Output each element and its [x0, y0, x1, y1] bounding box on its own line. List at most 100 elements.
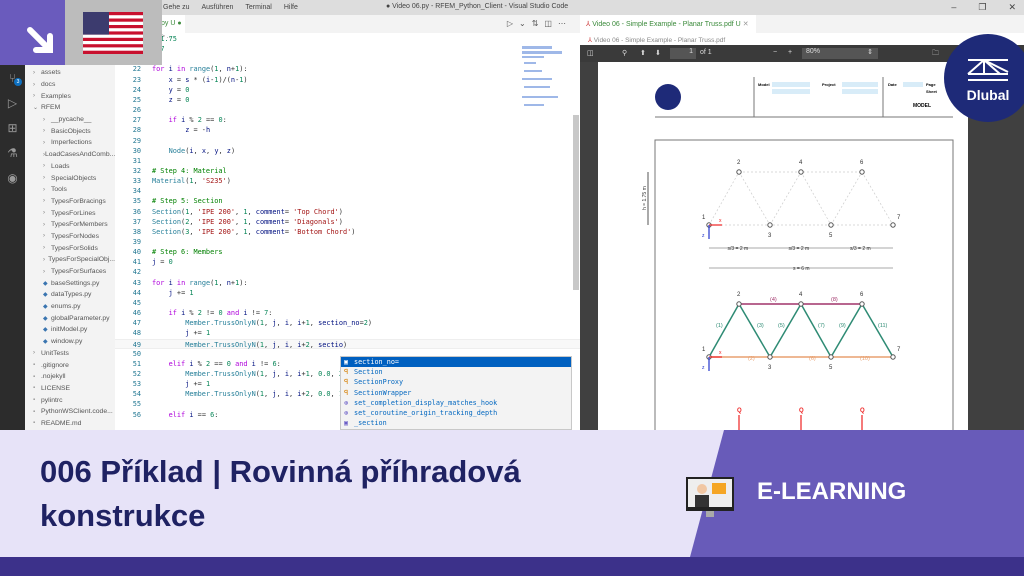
- explorer-item[interactable]: › docs: [25, 79, 115, 91]
- language-switch[interactable]: [0, 0, 65, 65]
- code-line[interactable]: 32 # Step 4: Material: [115, 166, 580, 176]
- code-line[interactable]: 39: [115, 237, 580, 247]
- code-line[interactable]: 23 x = s * (i-1)/(n-1): [115, 75, 580, 85]
- code-line[interactable]: 33 Material(1, 'S235'): [115, 176, 580, 186]
- explorer-item[interactable]: ◆ globalParameter.py: [25, 312, 115, 324]
- close-button[interactable]: ✕: [1008, 2, 1016, 13]
- explorer-item[interactable]: › TypesForLines: [25, 207, 115, 219]
- explorer-item[interactable]: › TypesForNodes: [25, 231, 115, 243]
- extensions-icon[interactable]: ⊞: [0, 115, 25, 140]
- language-flag[interactable]: [65, 0, 162, 65]
- explorer-item[interactable]: › __pycache__: [25, 114, 115, 126]
- zoom-out-button[interactable]: −: [773, 49, 777, 56]
- code-line[interactable]: 43 for i in range(1, n+1):: [115, 278, 580, 288]
- code-line[interactable]: 27 if i % 2 == 0:: [115, 115, 580, 125]
- explorer-item[interactable]: › Tools: [25, 184, 115, 196]
- code-line[interactable]: 24 y = 0: [115, 85, 580, 95]
- code-line[interactable]: 30 Node(i, x, y, z): [115, 146, 580, 156]
- explorer-item[interactable]: ◆ dataTypes.py: [25, 289, 115, 301]
- page-number-input[interactable]: 1: [670, 48, 696, 59]
- sidebar-toggle-icon[interactable]: ◫: [587, 49, 594, 57]
- zoom-in-button[interactable]: +: [788, 49, 792, 56]
- code-line[interactable]: 44 j += 1: [115, 288, 580, 298]
- explorer-item[interactable]: › BasicObjects: [25, 125, 115, 137]
- explorer-item[interactable]: › Examples: [25, 90, 115, 102]
- menu-item[interactable]: Terminal: [245, 4, 271, 11]
- menu-item[interactable]: Gehe zu: [163, 4, 189, 11]
- explorer-item[interactable]: ▪ .nojekyll: [25, 371, 115, 383]
- editor-actions[interactable]: ▷⌄⇅◫⋯: [507, 19, 572, 28]
- code-line[interactable]: 46 if i % 2 != 0 and i != 7:: [115, 308, 580, 318]
- code-line[interactable]: 26: [115, 105, 580, 115]
- menu-item[interactable]: Ausführen: [201, 4, 233, 11]
- explorer-item-label: RFEM: [41, 104, 61, 112]
- code-line[interactable]: = 1.75: [115, 34, 580, 44]
- explorer-item[interactable]: ◆ initModel.py: [25, 324, 115, 336]
- source-control-icon[interactable]: ⑂ 3: [0, 65, 25, 90]
- explorer-item[interactable]: › TypesForSpecialObj...: [25, 254, 115, 266]
- code-line[interactable]: 36 Section(1, 'IPE 200', 1, comment= 'Top…: [115, 207, 580, 217]
- code-line[interactable]: 35 # Step 5: Section: [115, 196, 580, 206]
- explorer-item[interactable]: ◆ window.py: [25, 336, 115, 348]
- autocomplete-item[interactable]: ⊛ set_coroutine_origin_tracking_depth: [341, 408, 571, 418]
- explorer-item[interactable]: › Imperfections: [25, 137, 115, 149]
- explorer-item[interactable]: ▪ README.md: [25, 418, 115, 430]
- truss-diagonal: [830, 171, 863, 226]
- explorer-item[interactable]: ▪ .gitignore: [25, 359, 115, 371]
- autocomplete-item[interactable]: ꟼ SectionProxy: [341, 377, 571, 387]
- code-line[interactable]: 49 Member.TrussOnlyN(1, j, i, i+2, secti…: [115, 338, 580, 349]
- autocomplete-item[interactable]: ▣ _section: [341, 418, 571, 428]
- explorer-item[interactable]: › TypesForSolids: [25, 242, 115, 254]
- code-line[interactable]: 42: [115, 267, 580, 277]
- zoom-select[interactable]: 80% ⇕: [802, 48, 878, 59]
- close-tab-icon[interactable]: ✕: [743, 21, 749, 28]
- menu-item[interactable]: Hilfe: [284, 4, 298, 11]
- code-line[interactable]: 48 j += 1: [115, 328, 580, 338]
- code-line[interactable]: 22 for i in range(1, n+1):: [115, 64, 580, 74]
- explorer-item[interactable]: › Loads: [25, 161, 115, 173]
- code-line[interactable]: 25 z = 0: [115, 95, 580, 105]
- code-line[interactable]: 40 # Step 6: Members: [115, 247, 580, 257]
- explorer-item[interactable]: › TypesForMembers: [25, 219, 115, 231]
- explorer-item[interactable]: › TypesForBracings: [25, 196, 115, 208]
- explorer-item[interactable]: › UnitTests: [25, 348, 115, 360]
- run-debug-icon[interactable]: ▷: [0, 90, 25, 115]
- explorer-item[interactable]: › LoadCasesAndComb...: [25, 149, 115, 161]
- code-line[interactable]: 41 j = 0: [115, 257, 580, 267]
- code-line[interactable]: 28 z = -h: [115, 125, 580, 135]
- autocomplete-item[interactable]: ⊛ set_completion_display_matches_hook: [341, 398, 571, 408]
- code-line[interactable]: 34: [115, 186, 580, 196]
- code-line[interactable]: 31: [115, 156, 580, 166]
- code-line[interactable]: 38 Section(3, 'IPE 200', 1, comment= 'Bot…: [115, 227, 580, 237]
- tab-pdf[interactable]: ⅄ Video 06 - Simple Example - Planar Tru…: [580, 15, 756, 33]
- explorer-item[interactable]: › TypesForSurfaces: [25, 266, 115, 278]
- autocomplete-item[interactable]: ꟼ Section: [341, 367, 571, 377]
- explorer-item[interactable]: › assets: [25, 67, 115, 79]
- code-line[interactable]: 21: [115, 54, 580, 64]
- next-page-icon[interactable]: ⬇: [655, 49, 661, 57]
- testing-icon[interactable]: ⚗: [0, 140, 25, 165]
- previous-page-icon[interactable]: ⬆: [640, 49, 646, 57]
- explorer-item[interactable]: ◆ enums.py: [25, 301, 115, 313]
- code-line[interactable]: 45: [115, 298, 580, 308]
- search-icon[interactable]: ⚲: [622, 49, 627, 57]
- github-icon[interactable]: ◉: [0, 165, 25, 190]
- explorer-item[interactable]: ▪ pylintrc: [25, 394, 115, 406]
- code-line[interactable]: 37 Section(2, 'IPE 200', 1, comment= 'Dia…: [115, 217, 580, 227]
- minimize-button[interactable]: –: [951, 2, 956, 13]
- code-line[interactable]: 47 Member.TrussOnlyN(1, j, i, i+1, secti…: [115, 318, 580, 328]
- explorer-item[interactable]: ⌄ RFEM: [25, 102, 115, 114]
- explorer-item[interactable]: › SpecialObjects: [25, 172, 115, 184]
- code-line[interactable]: = 7: [115, 44, 580, 54]
- autocomplete-item[interactable]: ꟼ SectionWrapper: [341, 388, 571, 398]
- explorer-item[interactable]: ◆ baseSettings.py: [25, 277, 115, 289]
- explorer-item[interactable]: ▪ LICENSE: [25, 383, 115, 395]
- minimap[interactable]: [522, 46, 566, 116]
- explorer-item[interactable]: ▪ PythonWSClient.code...: [25, 406, 115, 418]
- code-text: for i in range(1, n+1):: [152, 65, 248, 74]
- maximize-button[interactable]: ❐: [978, 2, 986, 13]
- editor-scrollbar[interactable]: [573, 115, 579, 290]
- code-line[interactable]: 29: [115, 136, 580, 146]
- open-file-icon[interactable]: 🗀: [932, 49, 939, 60]
- autocomplete-item[interactable]: ▣ section_no=: [341, 357, 571, 368]
